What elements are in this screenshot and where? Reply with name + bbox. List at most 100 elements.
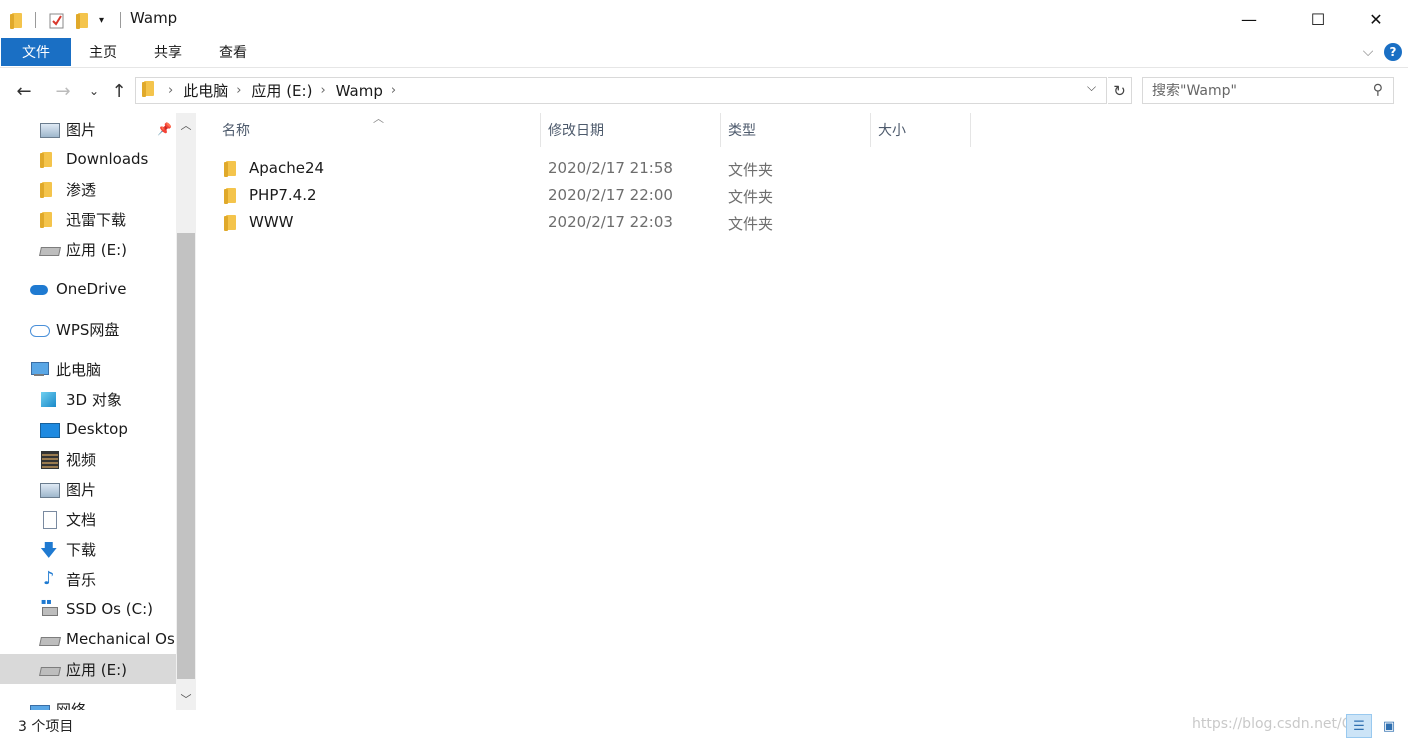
folder-icon [142, 80, 156, 101]
sidebar-item-3d-objects[interactable]: 3D 对象 [0, 384, 176, 414]
address-history-dropdown-icon[interactable]: ⌵ [1087, 80, 1096, 95]
column-divider[interactable] [870, 113, 871, 147]
file-row[interactable]: PHP7.4.2 2020/2/17 22:00 文件夹 [214, 182, 974, 209]
folder-icon [224, 187, 238, 208]
column-type[interactable]: 类型 [728, 113, 868, 147]
tab-share[interactable]: 共享 [145, 38, 191, 66]
file-type: 文件夹 [728, 215, 774, 233]
sidebar-item-documents[interactable]: 文档 [0, 504, 176, 534]
sidebar-item-drive-e[interactable]: 应用 (E:) [0, 654, 176, 684]
search-input[interactable] [1152, 82, 1362, 99]
file-date: 2020/2/17 22:00 [548, 186, 673, 204]
breadcrumb-drive-e[interactable]: 应用 (E:) [251, 80, 312, 101]
divider [120, 12, 121, 28]
music-icon [40, 568, 58, 589]
breadcrumb-this-pc[interactable]: 此电脑 [183, 80, 228, 101]
minimize-button[interactable]: — [1226, 0, 1272, 38]
column-name[interactable]: 名称 [222, 113, 538, 147]
sidebar-item-downloads[interactable]: Downloads [0, 144, 176, 174]
sidebar-item-shentou[interactable]: 渗透 [0, 174, 176, 204]
title-bar: ▾ Wamp — ☐ ✕ [0, 0, 1408, 38]
sidebar-item-mechanical[interactable]: Mechanical Os [0, 624, 176, 654]
sidebar-item-pictures[interactable]: 图片 [0, 474, 176, 504]
sidebar-scrollbar[interactable]: ︿ ﹀ [176, 113, 196, 710]
breadcrumb-wamp[interactable]: Wamp [336, 82, 383, 100]
file-date: 2020/2/17 22:03 [548, 213, 673, 231]
sidebar-item-wps[interactable]: WPS网盘 [0, 314, 176, 344]
refresh-button[interactable]: ↻ [1108, 77, 1132, 104]
folder-icon [40, 211, 58, 228]
sidebar-item-onedrive[interactable]: OneDrive [0, 274, 176, 304]
recent-locations-button[interactable]: ⌄ [83, 80, 105, 102]
address-bar[interactable]: › 此电脑 › 应用 (E:) › Wamp › [135, 77, 1107, 104]
sidebar-item-pictures-quick[interactable]: 图片 📌 [0, 114, 176, 144]
sidebar-item-desktop[interactable]: Desktop [0, 414, 176, 444]
breadcrumb-separator[interactable]: › [391, 83, 396, 98]
folder-icon [224, 214, 238, 235]
sidebar-item-drive-e-quick[interactable]: 应用 (E:) [0, 234, 176, 264]
scrollbar-thumb[interactable] [177, 233, 195, 679]
sidebar-item-xunlei[interactable]: 迅雷下载 [0, 204, 176, 234]
sidebar-item-label: 音乐 [66, 570, 97, 589]
drive-icon [40, 241, 58, 257]
search-box[interactable]: ⚲ [1142, 77, 1394, 104]
documents-icon [40, 511, 58, 529]
sidebar-item-label: Desktop [66, 420, 128, 438]
column-divider[interactable] [720, 113, 721, 147]
close-button[interactable]: ✕ [1353, 0, 1399, 38]
tab-file[interactable]: 文件 [1, 38, 71, 66]
sidebar-item-music[interactable]: 音乐 [0, 564, 176, 594]
search-icon[interactable]: ⚲ [1373, 82, 1383, 98]
tab-home[interactable]: 主页 [80, 38, 126, 66]
sidebar-item-label: 图片 [66, 480, 97, 499]
sidebar-item-this-pc[interactable]: 此电脑 [0, 354, 176, 384]
pin-icon[interactable]: 📌 [157, 122, 172, 136]
breadcrumb-separator[interactable]: › [320, 83, 325, 98]
column-divider[interactable] [540, 113, 541, 147]
tab-view[interactable]: 查看 [210, 38, 256, 66]
file-name[interactable]: WWW [249, 213, 294, 231]
scroll-up-icon[interactable]: ︿ [176, 115, 196, 135]
download-icon [40, 538, 58, 567]
properties-icon[interactable] [49, 10, 65, 30]
file-name[interactable]: PHP7.4.2 [249, 186, 317, 204]
help-icon[interactable]: ? [1384, 43, 1402, 61]
window-title: Wamp [130, 9, 178, 27]
customize-quick-access-icon[interactable]: ▾ [99, 10, 104, 30]
sidebar-item-label: 应用 (E:) [66, 660, 128, 679]
sidebar-item-download[interactable]: 下载 [0, 534, 176, 567]
up-button[interactable]: ↑ [108, 80, 130, 102]
sidebar-item-label: 渗透 [66, 180, 97, 199]
sidebar-item-network[interactable]: 网络 [0, 694, 176, 710]
drive-icon [40, 631, 58, 647]
folder-icon [40, 151, 58, 168]
file-row[interactable]: Apache24 2020/2/17 21:58 文件夹 [214, 155, 974, 182]
sidebar-item-ssd-c[interactable]: SSD Os (C:) [0, 594, 176, 624]
pictures-icon [40, 121, 60, 138]
maximize-button[interactable]: ☐ [1295, 0, 1341, 38]
this-pc-icon [30, 361, 49, 377]
file-date: 2020/2/17 21:58 [548, 159, 673, 177]
column-size[interactable]: 大小 [878, 113, 968, 147]
file-row[interactable]: WWW 2020/2/17 22:03 文件夹 [214, 209, 974, 236]
onedrive-icon [30, 281, 48, 297]
sidebar-item-label: Downloads [66, 150, 149, 168]
sidebar-item-videos[interactable]: 视频 [0, 444, 176, 474]
new-folder-icon[interactable] [76, 10, 90, 30]
breadcrumb-separator[interactable]: › [168, 83, 173, 98]
scroll-down-icon[interactable]: ﹀ [176, 689, 196, 709]
sidebar-item-label: 网络 [56, 700, 87, 711]
large-icons-view-icon[interactable]: ▣ [1376, 714, 1402, 738]
breadcrumb-separator[interactable]: › [236, 83, 241, 98]
sidebar-item-label: 3D 对象 [66, 390, 122, 409]
forward-button[interactable]: → [52, 80, 74, 102]
details-view-icon[interactable]: ☰ [1346, 714, 1372, 738]
file-name[interactable]: Apache24 [249, 159, 324, 177]
column-date[interactable]: 修改日期 [548, 113, 718, 147]
column-divider[interactable] [970, 113, 971, 147]
sidebar-item-label: 图片 [66, 120, 97, 139]
folder-icon [224, 160, 238, 181]
sidebar-item-label: 此电脑 [56, 360, 102, 379]
expand-ribbon-icon[interactable]: ⌵ [1357, 38, 1379, 66]
back-button[interactable]: ← [13, 80, 35, 102]
